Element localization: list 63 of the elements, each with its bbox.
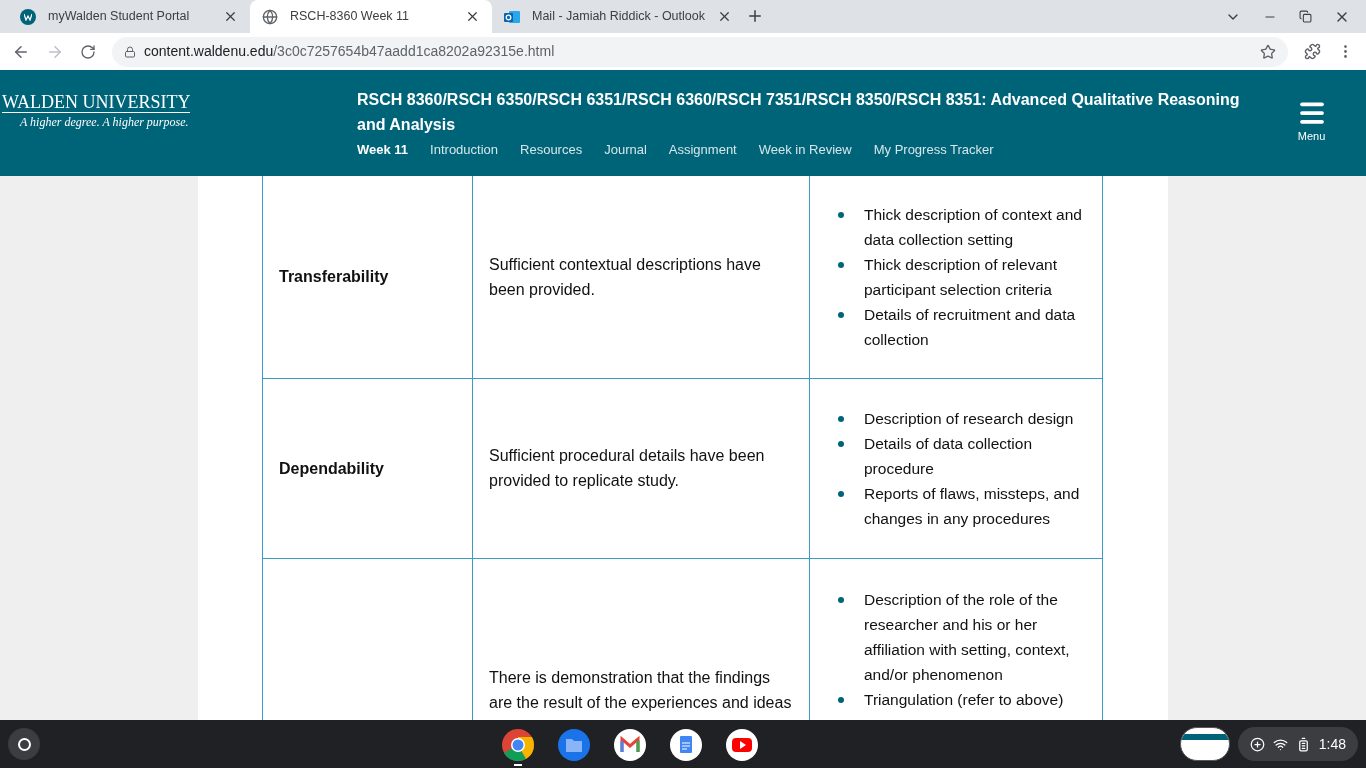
bullet-icon <box>838 596 844 603</box>
mail-app-icon <box>504 8 520 25</box>
table-cell: Sufficient procedural details have been provided to replicate study. <box>472 378 810 558</box>
browser-tab[interactable]: RSCH-8360 Week 11 <box>250 0 492 33</box>
logo-tagline: A higher degree. A higher purpose. <box>20 114 189 131</box>
university-logo-icon <box>20 8 36 25</box>
folder-app-icon[interactable] <box>556 728 591 762</box>
globe-icon <box>262 8 278 25</box>
table-cell: Sufficient contextual descriptions have been provided. <box>472 176 810 378</box>
status-area[interactable]: 1:48 <box>1237 727 1358 761</box>
course-title: RSCH 8360/RSCH 6350/RSCH 6351/RSCH 6360/RSCH 7351/RSCH 8350/RSCH 8351: Advanced Qualitative Reasoning and Analysis <box>357 90 1241 135</box>
wifi-icon <box>1272 736 1288 752</box>
clock-time: 1:48 <box>1318 734 1346 754</box>
bullet-icon <box>838 440 844 447</box>
list-item-text: Details of data collection procedure <box>864 433 1033 479</box>
list-item-text: Reports of flaws, missteps, and changes in any procedures <box>864 483 1081 529</box>
close-icon[interactable] <box>223 9 238 24</box>
bullet-icon <box>838 696 844 703</box>
bullet-icon <box>838 415 844 422</box>
bullet-icon <box>838 211 844 218</box>
star-icon[interactable] <box>1260 43 1276 60</box>
close-icon[interactable] <box>465 9 480 24</box>
url-text: content.waldenu.edu/3c0c7257654b47aadd1ca8202a92315e.html <box>144 42 556 61</box>
tab-title: Mail - Jamiah Riddick - Outlook <box>532 8 705 26</box>
launcher-button[interactable] <box>8 728 40 760</box>
extensions-icon[interactable] <box>1304 43 1321 60</box>
bullet-icon <box>838 311 844 318</box>
nav-link[interactable]: My Progress Tracker <box>873 140 994 160</box>
mail-app-icon[interactable] <box>612 728 647 762</box>
nav-link[interactable]: Resources <box>520 140 583 160</box>
nav-link[interactable]: Week in Review <box>758 140 852 160</box>
browser-tab[interactable]: myWalden Student Portal <box>8 0 250 33</box>
list-item-text: Description of research design <box>864 408 1074 429</box>
add-icon <box>1249 736 1265 752</box>
restore-icon[interactable] <box>1299 10 1312 23</box>
reload-icon[interactable] <box>80 43 96 60</box>
browser-tab[interactable]: Mail - Jamiah Riddick - Outlook <box>492 0 734 33</box>
tab-title: myWalden Student Portal <box>48 8 191 26</box>
nav-link[interactable]: Introduction <box>430 140 499 160</box>
nav-link[interactable]: Week 11 <box>357 140 409 160</box>
list-item-text: Thick description of relevant participant selection criteria <box>864 254 1058 300</box>
menu-button[interactable]: Menu <box>1296 98 1327 145</box>
video-app-icon[interactable] <box>724 728 759 762</box>
document-app-icon[interactable] <box>668 728 703 762</box>
nav-link[interactable]: Assignment <box>668 140 737 160</box>
window-thumbnail[interactable] <box>1179 727 1230 761</box>
nav-link[interactable]: Journal <box>604 140 647 160</box>
bullet-icon <box>838 490 844 497</box>
list-item-text: Triangulation (refer to above) <box>864 689 1064 710</box>
table-cell: Transferability <box>262 176 473 378</box>
address-bar[interactable]: content.waldenu.edu/3c0c7257654b47aadd1ca8202a92315e.html <box>112 36 1288 67</box>
active-indicator <box>513 764 522 766</box>
list-item-text: Description of the role of the researcher and his or her affiliation with setting, context, and/or phenomenon <box>864 589 1071 685</box>
browser-icon[interactable] <box>500 728 535 762</box>
table-cell: Dependability <box>262 378 473 558</box>
logo-name: WALDEN UNIVERSITY <box>2 92 191 113</box>
list-item-text: Thick description of context and data collection setting <box>864 204 1083 250</box>
tab-title: RSCH-8360 Week 11 <box>290 8 411 26</box>
bullet-icon <box>838 261 844 268</box>
list-item-text: Details of recruitment and data collection <box>864 304 1077 350</box>
new-tab-icon[interactable] <box>746 7 764 25</box>
lock-icon <box>124 45 136 58</box>
launcher-icon <box>17 737 31 751</box>
